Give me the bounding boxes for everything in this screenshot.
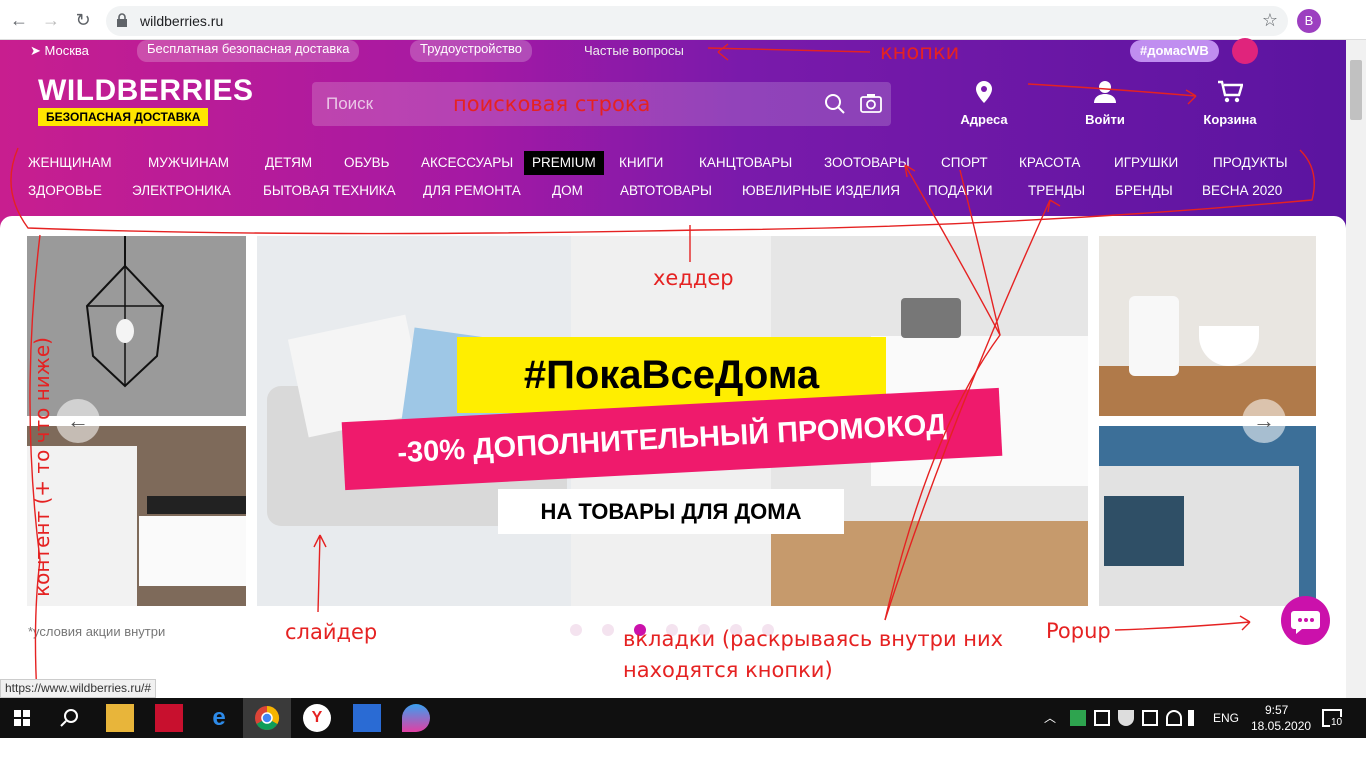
annotation-tabs-line2: находятся кнопки) [623,658,833,682]
page-scrollbar[interactable] [1346,40,1366,698]
document-app-icon[interactable] [353,704,381,732]
taskbar: e Y ︿ ENG 9:57 18.05.2020 10 [0,698,1366,738]
annotation-search: поисковая строка [453,92,651,116]
tray-app-icon[interactable] [1070,710,1086,726]
scrollbar-thumb[interactable] [1350,60,1362,120]
annotation-content: контент (+ то что ниже) [29,337,54,597]
tray-battery-icon[interactable] [1142,710,1158,726]
tray-volume-icon[interactable] [1188,710,1204,726]
annotation-strokes [10,43,1315,763]
annotation-slider: слайдер [285,620,378,644]
chrome-icon [255,706,280,731]
annotation-popup: Popup [1046,619,1111,643]
paint-app-icon[interactable] [402,704,430,732]
tray-language[interactable]: ENG [1213,711,1239,725]
notification-center-icon[interactable]: 10 [1322,709,1344,728]
below-area [0,738,1366,768]
status-url: https://www.wildberries.ru/# [0,679,157,698]
search-icon[interactable] [56,704,84,732]
tray-shield-icon[interactable] [1118,710,1134,726]
annotation-buttons: кнопки [880,40,960,64]
tray-date[interactable]: 18.05.2020 [1251,719,1311,733]
tray-time[interactable]: 9:57 [1265,703,1288,717]
windows-start-icon[interactable] [8,704,36,732]
tray-network-icon[interactable] [1166,710,1182,726]
notification-count: 10 [1330,717,1344,728]
yandex-browser-icon[interactable]: Y [303,704,331,732]
edge-icon[interactable]: e [205,704,233,732]
annotation-header: хеддер [653,266,734,290]
tray-chevron-icon[interactable]: ︿ [1044,709,1056,726]
annotation-tabs-line1: вкладки (раскрываясь внутри них [623,627,1004,651]
chrome-taskbar-active[interactable] [243,698,291,738]
file-explorer-icon[interactable] [106,704,134,732]
pdf-reader-icon[interactable] [155,704,183,732]
tray-monitor-icon[interactable] [1094,710,1110,726]
